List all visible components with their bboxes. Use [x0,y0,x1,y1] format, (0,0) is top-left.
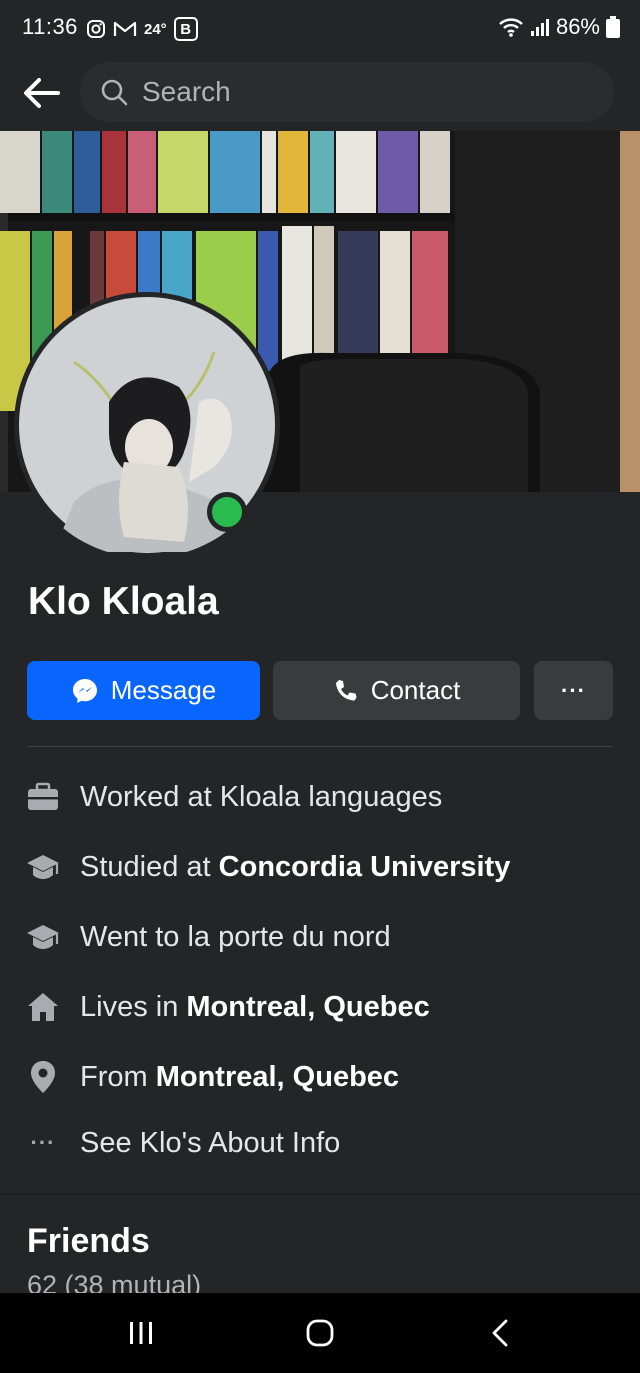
gmail-icon [113,21,137,36]
about-school-text: Went to la porte du nord [80,920,391,953]
online-status-indicator [207,492,247,532]
phone-icon [333,678,359,704]
graduation-cap-icon [24,918,62,956]
about-from-text: From Montreal, Quebec [80,1060,400,1093]
profile-actions: Message Contact ··· [27,661,613,721]
b-badge-icon: B [173,17,198,41]
back-chevron-icon [492,1319,508,1347]
notification-icons: 24° B [86,17,198,41]
home-circle-icon [306,1319,334,1347]
back-arrow-icon [24,78,60,108]
top-bar [0,56,640,130]
briefcase-icon [24,778,62,816]
weather-temperature: 24° [144,20,167,38]
message-button[interactable]: Message [27,661,260,720]
about-work-item[interactable]: Worked at Kloala languages [0,769,640,825]
about-school-item[interactable]: Went to la porte du nord [0,909,640,965]
messenger-icon [71,677,99,705]
friends-section-title: Friends [27,1222,150,1260]
wifi-icon [499,18,523,37]
instagram-icon [87,20,105,38]
see-about-info-link[interactable]: ··· See Klo's About Info [0,1115,640,1171]
location-pin-icon [24,1058,62,1096]
about-lives-item[interactable]: Lives in Montreal, Quebec [0,979,640,1035]
battery-percent: 86% [555,14,600,39]
signal-icon [530,19,549,36]
about-study-item[interactable]: Studied at Concordia University [0,839,640,895]
home-button[interactable] [290,1313,350,1353]
more-dots-icon: ··· [30,1130,56,1155]
battery-icon [606,16,620,38]
system-status: 86% [498,14,620,40]
graduation-cap-icon [24,848,62,886]
clock: 11:36 [22,14,78,39]
contact-button-label: Contact [370,675,461,705]
android-navigation-bar [0,1293,640,1373]
back-nav-button[interactable] [470,1313,530,1353]
search-input[interactable] [140,75,564,109]
contact-button[interactable]: Contact [273,661,520,720]
recent-apps-icon [130,1322,152,1344]
see-about-info-text: See Klo's About Info [80,1126,341,1159]
message-button-label: Message [110,675,217,705]
about-work-text: Worked at Kloala languages [80,780,443,813]
home-icon [24,988,62,1026]
more-options-button[interactable]: ··· [534,661,613,720]
divider [27,746,613,747]
search-icon [100,78,128,106]
back-button[interactable] [18,70,64,116]
status-bar: 11:36 24° B 86% [0,0,640,56]
recent-apps-button[interactable] [111,1313,171,1353]
about-from-item[interactable]: From Montreal, Quebec [0,1049,640,1105]
about-lives-text: Lives in Montreal, Quebec [80,990,430,1023]
profile-name: Klo Kloala [28,580,219,623]
about-study-text: Studied at Concordia University [80,850,511,883]
more-dots-icon: ··· [561,677,586,703]
section-separator [0,1194,640,1195]
search-bar[interactable] [80,62,614,122]
